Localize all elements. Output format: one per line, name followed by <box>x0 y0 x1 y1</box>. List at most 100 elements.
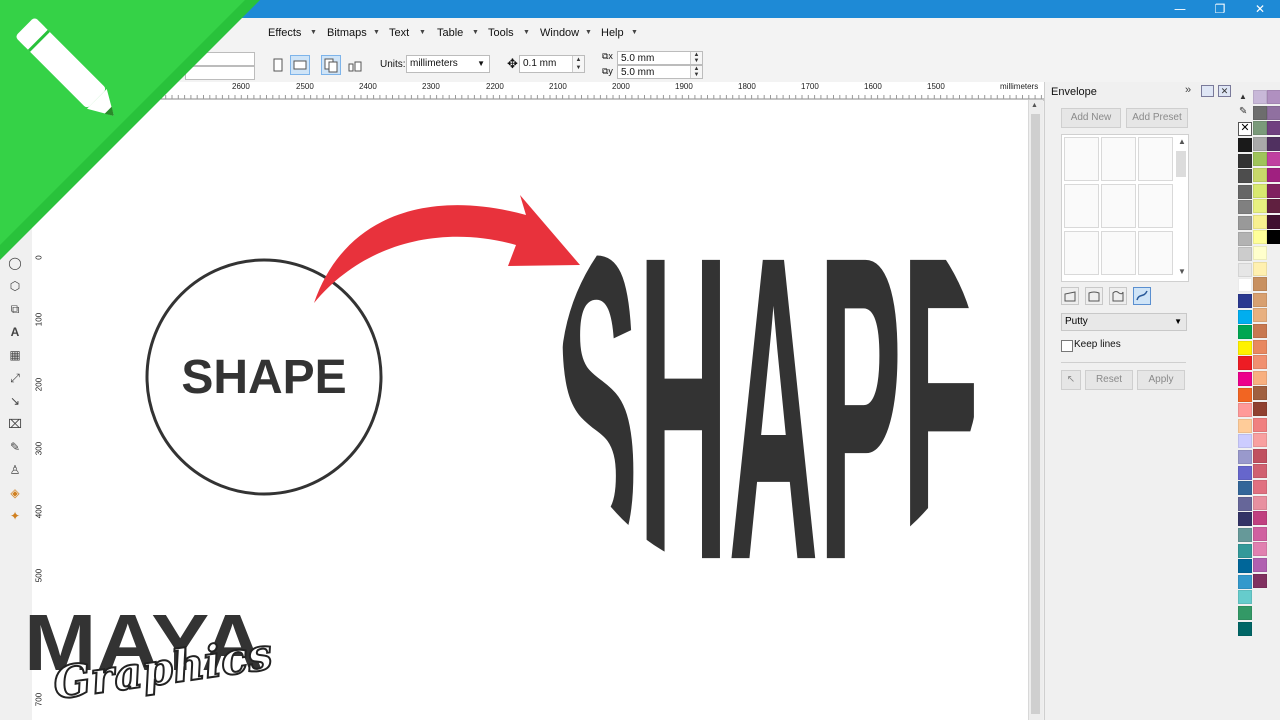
scroll-thumb[interactable] <box>1031 114 1040 714</box>
dimension-tool-icon[interactable]: ⤢ <box>6 369 24 387</box>
reset-button[interactable]: Reset <box>1085 370 1133 390</box>
color-swatch[interactable] <box>1238 496 1252 511</box>
unconstrained-mode-icon[interactable] <box>1133 287 1151 305</box>
envelope-shape-text[interactable]: SHAPE <box>555 166 985 651</box>
color-swatch[interactable] <box>1267 199 1280 214</box>
preset-tile[interactable] <box>1064 137 1099 181</box>
color-swatch[interactable] <box>1267 183 1280 198</box>
color-swatch[interactable] <box>1238 450 1252 464</box>
color-swatch[interactable] <box>1253 183 1267 198</box>
preset-tile[interactable] <box>1138 137 1173 181</box>
color-swatch[interactable] <box>1238 418 1252 433</box>
color-swatch[interactable] <box>1238 294 1252 308</box>
color-swatch[interactable] <box>1253 495 1267 510</box>
docker-minimize-button[interactable] <box>1201 85 1214 97</box>
no-color-swatch[interactable]: ✕ <box>1238 122 1252 136</box>
add-preset-button[interactable]: Add Preset <box>1126 108 1188 128</box>
color-swatch[interactable] <box>1238 465 1252 480</box>
scroll-down-icon[interactable]: ▼ <box>1178 267 1186 276</box>
scroll-up-icon[interactable]: ▲ <box>1178 137 1186 146</box>
color-swatch[interactable] <box>1253 386 1267 401</box>
color-swatch[interactable] <box>1238 403 1252 418</box>
apply-button[interactable]: Apply <box>1137 370 1185 390</box>
color-swatch[interactable] <box>1253 511 1267 526</box>
landscape-button[interactable] <box>290 55 310 75</box>
color-swatch[interactable] <box>1238 372 1252 386</box>
color-swatch[interactable] <box>1238 247 1252 262</box>
preset-tile[interactable] <box>1101 137 1136 181</box>
color-swatch[interactable] <box>1253 558 1267 572</box>
smart-fill-tool-icon[interactable]: ✦ <box>6 507 24 525</box>
units-select[interactable]: millimeters ▼ <box>406 55 490 73</box>
color-swatch[interactable] <box>1253 308 1267 323</box>
color-swatch[interactable] <box>1267 105 1280 120</box>
nudge-field[interactable]: 0.1 mm ▲ ▼ <box>519 55 585 73</box>
color-swatch[interactable] <box>1238 325 1252 340</box>
color-swatch[interactable] <box>1238 621 1252 636</box>
color-swatch[interactable] <box>1253 277 1267 292</box>
preset-tile[interactable] <box>1101 184 1136 228</box>
color-swatch[interactable] <box>1267 230 1280 245</box>
dup-y-spinner[interactable]: ▲ ▼ <box>690 66 702 78</box>
interactive-tool-icon[interactable]: ⌧ <box>6 415 24 433</box>
color-swatch[interactable] <box>1253 214 1267 229</box>
color-swatch[interactable] <box>1253 168 1267 182</box>
color-swatch[interactable] <box>1267 214 1280 229</box>
color-swatch[interactable] <box>1267 90 1280 104</box>
all-pages-button[interactable] <box>321 55 341 75</box>
straight-line-mode-icon[interactable] <box>1061 287 1079 305</box>
color-swatch[interactable] <box>1267 152 1280 167</box>
color-swatch[interactable] <box>1238 340 1252 355</box>
docker-expand-icon[interactable]: » <box>1185 84 1191 96</box>
color-swatch[interactable] <box>1253 526 1267 541</box>
color-swatch[interactable] <box>1253 246 1267 260</box>
preset-tile[interactable] <box>1064 231 1099 275</box>
color-swatch[interactable] <box>1253 90 1267 104</box>
duplicate-y-field[interactable]: 5.0 mm ▲ ▼ <box>617 65 703 79</box>
color-swatch[interactable] <box>1238 309 1252 324</box>
single-arc-mode-icon[interactable] <box>1085 287 1103 305</box>
color-swatch[interactable] <box>1253 542 1267 557</box>
color-swatch[interactable] <box>1238 590 1252 605</box>
portrait-button[interactable] <box>268 55 288 75</box>
preset-tile[interactable] <box>1064 184 1099 228</box>
color-swatch[interactable] <box>1238 574 1252 589</box>
connector-tool-icon[interactable]: ↘ <box>6 392 24 410</box>
color-swatch[interactable] <box>1253 433 1267 448</box>
color-swatch[interactable] <box>1253 121 1267 136</box>
color-swatch[interactable] <box>1253 355 1267 370</box>
add-new-button[interactable]: Add New <box>1061 108 1121 128</box>
scroll-up-icon[interactable]: ▲ <box>1031 102 1038 109</box>
close-button[interactable]: ✕ <box>1240 0 1280 18</box>
outline-tool-icon[interactable]: ♙ <box>6 461 24 479</box>
double-arc-mode-icon[interactable] <box>1109 287 1127 305</box>
color-swatch[interactable] <box>1238 387 1252 402</box>
color-swatch[interactable] <box>1253 230 1267 245</box>
color-swatch[interactable] <box>1253 464 1267 479</box>
keep-lines-checkbox[interactable] <box>1061 340 1073 352</box>
color-swatch[interactable] <box>1253 324 1267 338</box>
fill-tool-icon[interactable]: ◈ <box>6 484 24 502</box>
polygon-tool-icon[interactable]: ⬡ <box>6 277 24 295</box>
palette-scroll-up-icon[interactable]: ▲ <box>1239 92 1247 101</box>
small-shape-text[interactable]: SHAPE <box>181 351 346 404</box>
menu-bitmaps[interactable]: Bitmaps <box>327 18 367 48</box>
menu-window[interactable]: Window <box>540 18 579 48</box>
color-swatch[interactable] <box>1238 231 1252 246</box>
color-swatch[interactable] <box>1253 370 1267 385</box>
color-swatch[interactable] <box>1253 573 1267 588</box>
menu-help[interactable]: Help <box>601 18 624 48</box>
color-swatch[interactable] <box>1253 448 1267 463</box>
duplicate-x-field[interactable]: 5.0 mm ▲ ▼ <box>617 51 703 65</box>
table-tool-icon[interactable]: ▦ <box>6 346 24 364</box>
text-tool-icon[interactable]: A <box>6 323 24 341</box>
color-swatch[interactable] <box>1238 262 1252 277</box>
preset-tile[interactable] <box>1101 231 1136 275</box>
color-swatch[interactable] <box>1253 199 1267 214</box>
color-swatch[interactable] <box>1253 480 1267 494</box>
color-swatch[interactable] <box>1253 105 1267 120</box>
color-swatch[interactable] <box>1238 528 1252 542</box>
color-swatch[interactable] <box>1267 121 1280 136</box>
menu-table[interactable]: Table <box>437 18 463 48</box>
eyedropper-tool-icon[interactable]: ✎ <box>6 438 24 456</box>
